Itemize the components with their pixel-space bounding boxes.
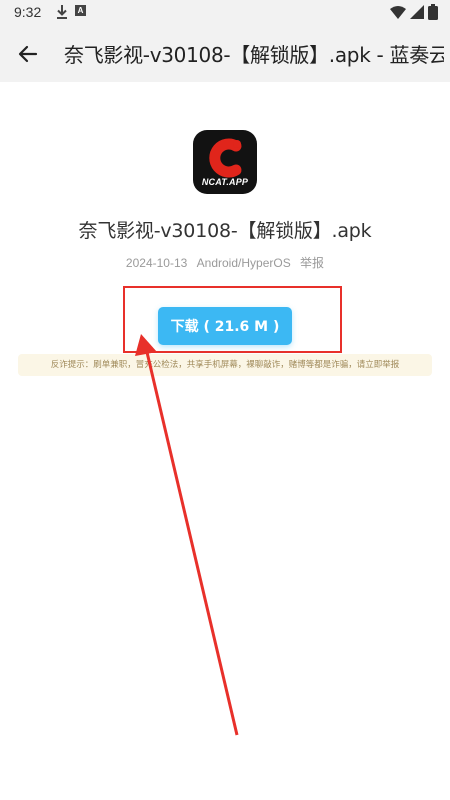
file-meta: 2024-10-13 Android/HyperOS 举报: [0, 254, 450, 271]
status-right: [390, 4, 438, 20]
anti-fraud-warning: 反诈提示：刷单兼职，冒充公检法，共享手机屏幕，裸聊敲诈，赌博等都是诈骗，请立即举…: [18, 354, 432, 376]
download-icon: [57, 5, 67, 19]
status-time: 9:32: [14, 4, 42, 20]
signal-icon: [410, 5, 424, 19]
wifi-icon: [390, 6, 406, 19]
battery-icon: [428, 4, 438, 20]
file-name: 奈飞影视-v30108-【解锁版】.apk: [78, 220, 372, 242]
page-title: 奈飞影视-v30108-【解锁版】.apk - 蓝奏云: [64, 43, 444, 67]
file-date: 2024-10-13: [125, 256, 188, 270]
app-bar: 奈飞影视-v30108-【解锁版】.apk - 蓝奏云: [0, 26, 450, 82]
screen: 9:32 A 奈飞影视-v30108-【解锁版】.apk - 蓝奏云 NCAT.…: [0, 0, 450, 800]
file-platform: Android/HyperOS: [196, 256, 291, 270]
content-area: NCAT.APP 奈飞影视-v30108-【解锁版】.apk 2024-10-1…: [0, 82, 450, 800]
status-bar: 9:32 A: [0, 0, 450, 26]
app-logo-label: NCAT.APP: [201, 177, 249, 187]
a-icon: A: [75, 5, 86, 16]
back-button[interactable]: [14, 40, 42, 68]
app-logo: NCAT.APP: [193, 130, 257, 194]
report-link[interactable]: 举报: [300, 256, 324, 270]
download-button[interactable]: 下载 ( 21.6 M ): [158, 307, 292, 345]
arrow-left-icon: [18, 45, 38, 63]
